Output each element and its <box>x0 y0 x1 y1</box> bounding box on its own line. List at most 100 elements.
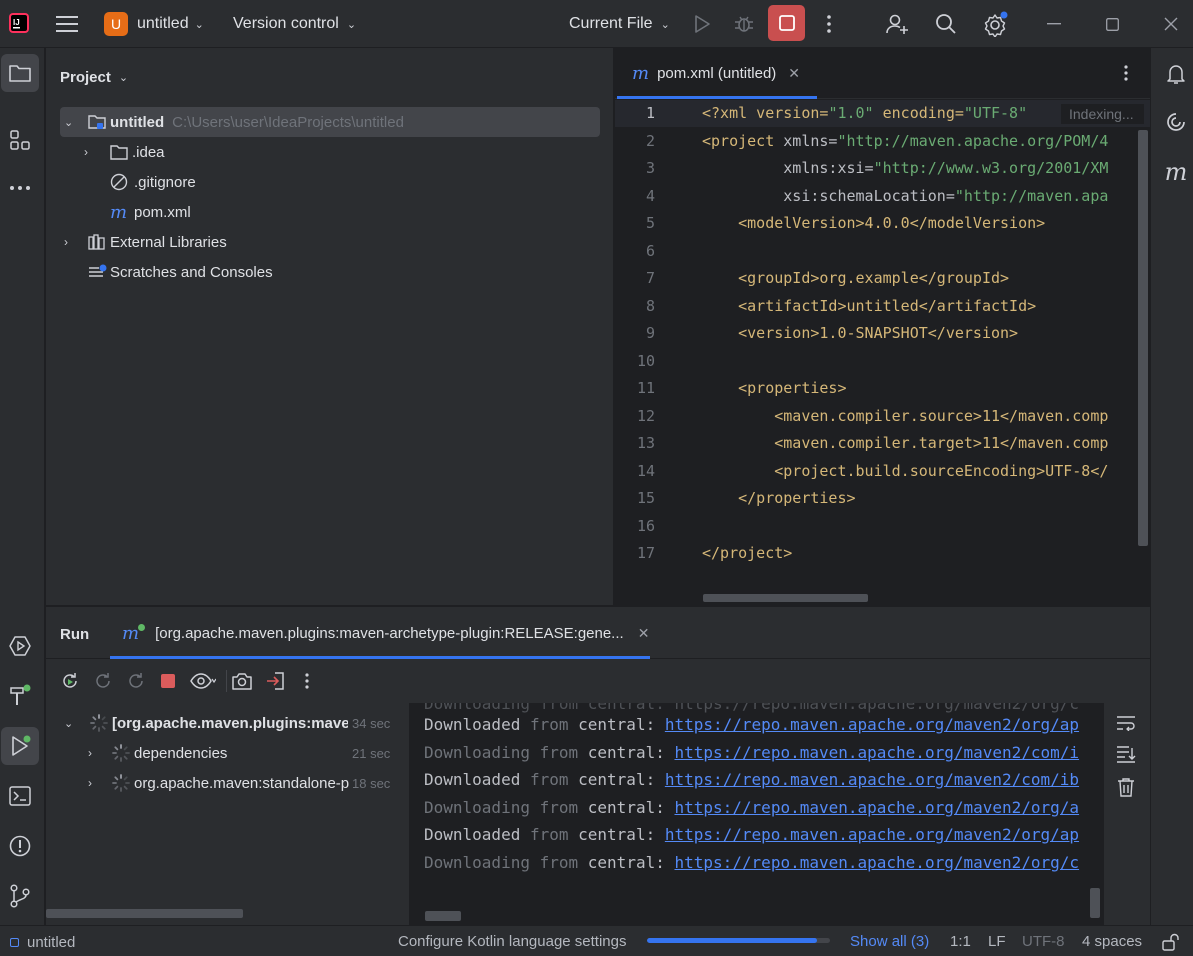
project-widget[interactable]: U untitled ⌄ <box>104 11 204 37</box>
stop-button[interactable] <box>768 5 805 41</box>
line-number: 1 <box>645 104 655 122</box>
vertical-scrollbar[interactable] <box>1138 130 1148 546</box>
log-source: central: <box>578 770 656 789</box>
file-encoding[interactable]: UTF-8 <box>1022 933 1065 950</box>
log-url-link[interactable]: https://repo.maven.apache.org/maven2/org… <box>665 825 1079 844</box>
chevron-right-icon[interactable]: › <box>88 746 102 760</box>
code-line-1: <?xml version="1.0" encoding="UTF-8" <box>702 100 1027 127</box>
task-progress-bar <box>647 938 830 943</box>
horizontal-scrollbar[interactable] <box>46 909 243 918</box>
console-line: Downloading from central: https://repo.m… <box>424 739 1079 766</box>
main-menu-icon[interactable] <box>54 11 80 37</box>
code-line-2: <project xmlns="http://maven.apache.org/… <box>702 128 1108 155</box>
indent-setting[interactable]: 4 spaces <box>1082 933 1142 950</box>
soft-wrap-icon[interactable] <box>1114 712 1138 734</box>
chevron-down-icon[interactable]: ⌄ <box>64 717 78 730</box>
maximize-icon[interactable] <box>1100 12 1124 36</box>
run-tool-icon[interactable] <box>1 727 39 765</box>
build-tree-row[interactable]: ⌄ [org.apache.maven.plugins:maven 34 sec <box>64 708 409 738</box>
log-url-link[interactable]: https://repo.maven.apache.org/maven2/com… <box>665 770 1079 789</box>
debug-icon[interactable] <box>732 12 756 36</box>
problems-icon[interactable] <box>4 830 36 862</box>
run-toolbar <box>46 660 1150 700</box>
close-tab-icon[interactable]: ✕ <box>788 65 800 82</box>
rerun-failed-icon[interactable] <box>91 669 115 693</box>
editor-tab-pom[interactable]: m pom.xml (untitled) ✕ <box>615 48 820 99</box>
status-project[interactable]: untitled <box>10 932 75 952</box>
scroll-to-end-icon[interactable] <box>1114 743 1138 765</box>
build-tree-row[interactable]: › dependencies 21 sec <box>88 738 409 768</box>
tab-options-icon[interactable] <box>1115 62 1137 84</box>
build-tree: ⌄ [org.apache.maven.plugins:maven 34 sec… <box>46 703 409 925</box>
settings-gear-icon[interactable] <box>982 10 1010 38</box>
lock-icon[interactable] <box>1160 931 1182 953</box>
rerun-icon[interactable] <box>58 669 82 693</box>
chevron-right-icon[interactable]: › <box>64 235 78 249</box>
tree-row-external-libraries[interactable]: › External Libraries <box>60 227 227 257</box>
cursor-position[interactable]: 1:1 <box>950 933 971 950</box>
build-hammer-icon[interactable] <box>4 680 36 712</box>
line-number: 17 <box>636 544 655 562</box>
close-icon[interactable] <box>1159 12 1183 36</box>
add-user-icon[interactable] <box>884 11 910 37</box>
chevron-right-icon[interactable]: › <box>84 145 98 159</box>
line-number: 3 <box>645 159 655 177</box>
app-logo-icon[interactable]: IJ <box>8 12 30 34</box>
eye-icon[interactable] <box>189 669 217 693</box>
horizontal-scrollbar[interactable] <box>703 594 868 602</box>
tree-row-pom[interactable]: m pom.xml <box>110 197 191 227</box>
log-url-link[interactable]: https://repo.maven.apache.org/maven2/org… <box>674 798 1079 817</box>
more-actions-icon[interactable] <box>296 669 318 693</box>
rerun-automatically-icon[interactable] <box>124 669 148 693</box>
run-config-selector[interactable]: Current File ⌄ <box>569 11 670 37</box>
camera-icon[interactable] <box>230 669 254 693</box>
more-actions-icon[interactable] <box>818 12 840 36</box>
ai-assistant-icon[interactable] <box>1160 106 1192 138</box>
chevron-down-icon: ⌄ <box>118 71 129 84</box>
project-tool-folder-icon[interactable] <box>1 54 39 92</box>
line-number: 4 <box>645 186 655 205</box>
build-tree-label: org.apache.maven:standalone-p <box>134 774 350 792</box>
search-icon[interactable] <box>933 11 959 37</box>
minimize-icon[interactable] <box>1042 12 1066 36</box>
module-folder-icon <box>88 114 108 130</box>
more-tools-icon[interactable] <box>4 172 36 204</box>
chevron-down-icon[interactable]: ⌄ <box>64 116 78 129</box>
chevron-right-icon[interactable]: › <box>88 776 102 790</box>
run-panel: Run m [org.apache.maven.plugins:maven-ar… <box>46 606 1150 925</box>
spinner-icon <box>90 714 112 732</box>
services-icon[interactable] <box>4 630 36 662</box>
tree-row-untitled[interactable]: ⌄ untitled C:\Users\user\IdeaProjects\un… <box>60 107 600 137</box>
log-url-link[interactable]: https://repo.maven.apache.org/maven2/org… <box>674 853 1079 872</box>
vertical-scrollbar[interactable] <box>1090 888 1100 918</box>
export-icon[interactable] <box>263 669 287 693</box>
tree-row-scratches[interactable]: Scratches and Consoles <box>88 257 273 287</box>
log-url-link[interactable]: https://repo.maven.apache.org/maven2/org… <box>665 715 1079 734</box>
code-line-9: <version>1.0-SNAPSHOT</version> <box>702 324 1019 342</box>
maven-icon[interactable]: m <box>1160 156 1192 188</box>
close-tab-icon[interactable]: ✕ <box>638 625 650 642</box>
notifications-bell-icon[interactable] <box>1160 58 1192 90</box>
show-all-tasks-link[interactable]: Show all (3) <box>850 933 929 950</box>
terminal-icon[interactable] <box>4 780 36 812</box>
background-task-label[interactable]: Configure Kotlin language settings <box>398 933 627 950</box>
tree-row-idea[interactable]: › .idea <box>84 137 165 167</box>
build-tree-row[interactable]: › org.apache.maven:standalone-p 18 sec <box>88 768 409 798</box>
structure-icon[interactable] <box>4 124 36 156</box>
stop-icon[interactable] <box>156 669 180 693</box>
run-tab[interactable]: m [org.apache.maven.plugins:maven-archet… <box>108 607 650 659</box>
code-area[interactable]: 1 2 3 4 5 6 7 8 9 10 11 12 13 14 15 16 1… <box>615 100 1150 605</box>
line-separator[interactable]: LF <box>988 933 1006 950</box>
run-icon[interactable] <box>690 12 714 36</box>
log-url-link[interactable]: https://repo.maven.apache.org/maven2/com… <box>674 743 1079 762</box>
tree-row-gitignore[interactable]: .gitignore <box>110 167 196 197</box>
log-from: from <box>539 742 579 762</box>
project-panel-header[interactable]: Project ⌄ <box>60 66 128 88</box>
line-number: 6 <box>645 241 655 260</box>
trash-icon[interactable] <box>1114 776 1138 798</box>
vcs-widget[interactable]: Version control ⌄ <box>233 11 356 37</box>
console-output[interactable]: Downloading from central: https://repo.m… <box>410 703 1104 925</box>
horizontal-scrollbar[interactable] <box>425 911 461 921</box>
git-branch-icon[interactable] <box>4 880 36 912</box>
build-tree-label: [org.apache.maven.plugins:maven <box>112 714 348 732</box>
